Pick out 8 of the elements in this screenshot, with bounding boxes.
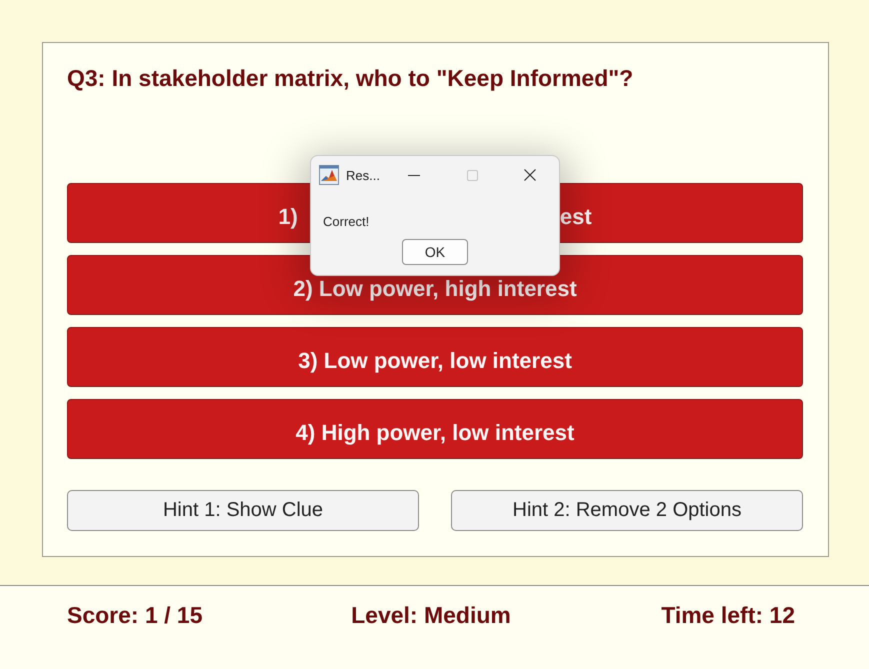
dialog-message: Correct! [323,214,370,230]
time-left-label: Time left: 12 [661,601,795,629]
level-label: Level: Medium [351,601,511,629]
score-label: Score: 1 / 15 [67,601,203,629]
dialog-title: Res... [346,168,381,182]
question-title: Q3: In stakeholder matrix, who to "Keep Informed"? [67,64,634,92]
answer-label-fragment: est [560,204,592,230]
answer-label-fragment: 1) [278,204,298,230]
